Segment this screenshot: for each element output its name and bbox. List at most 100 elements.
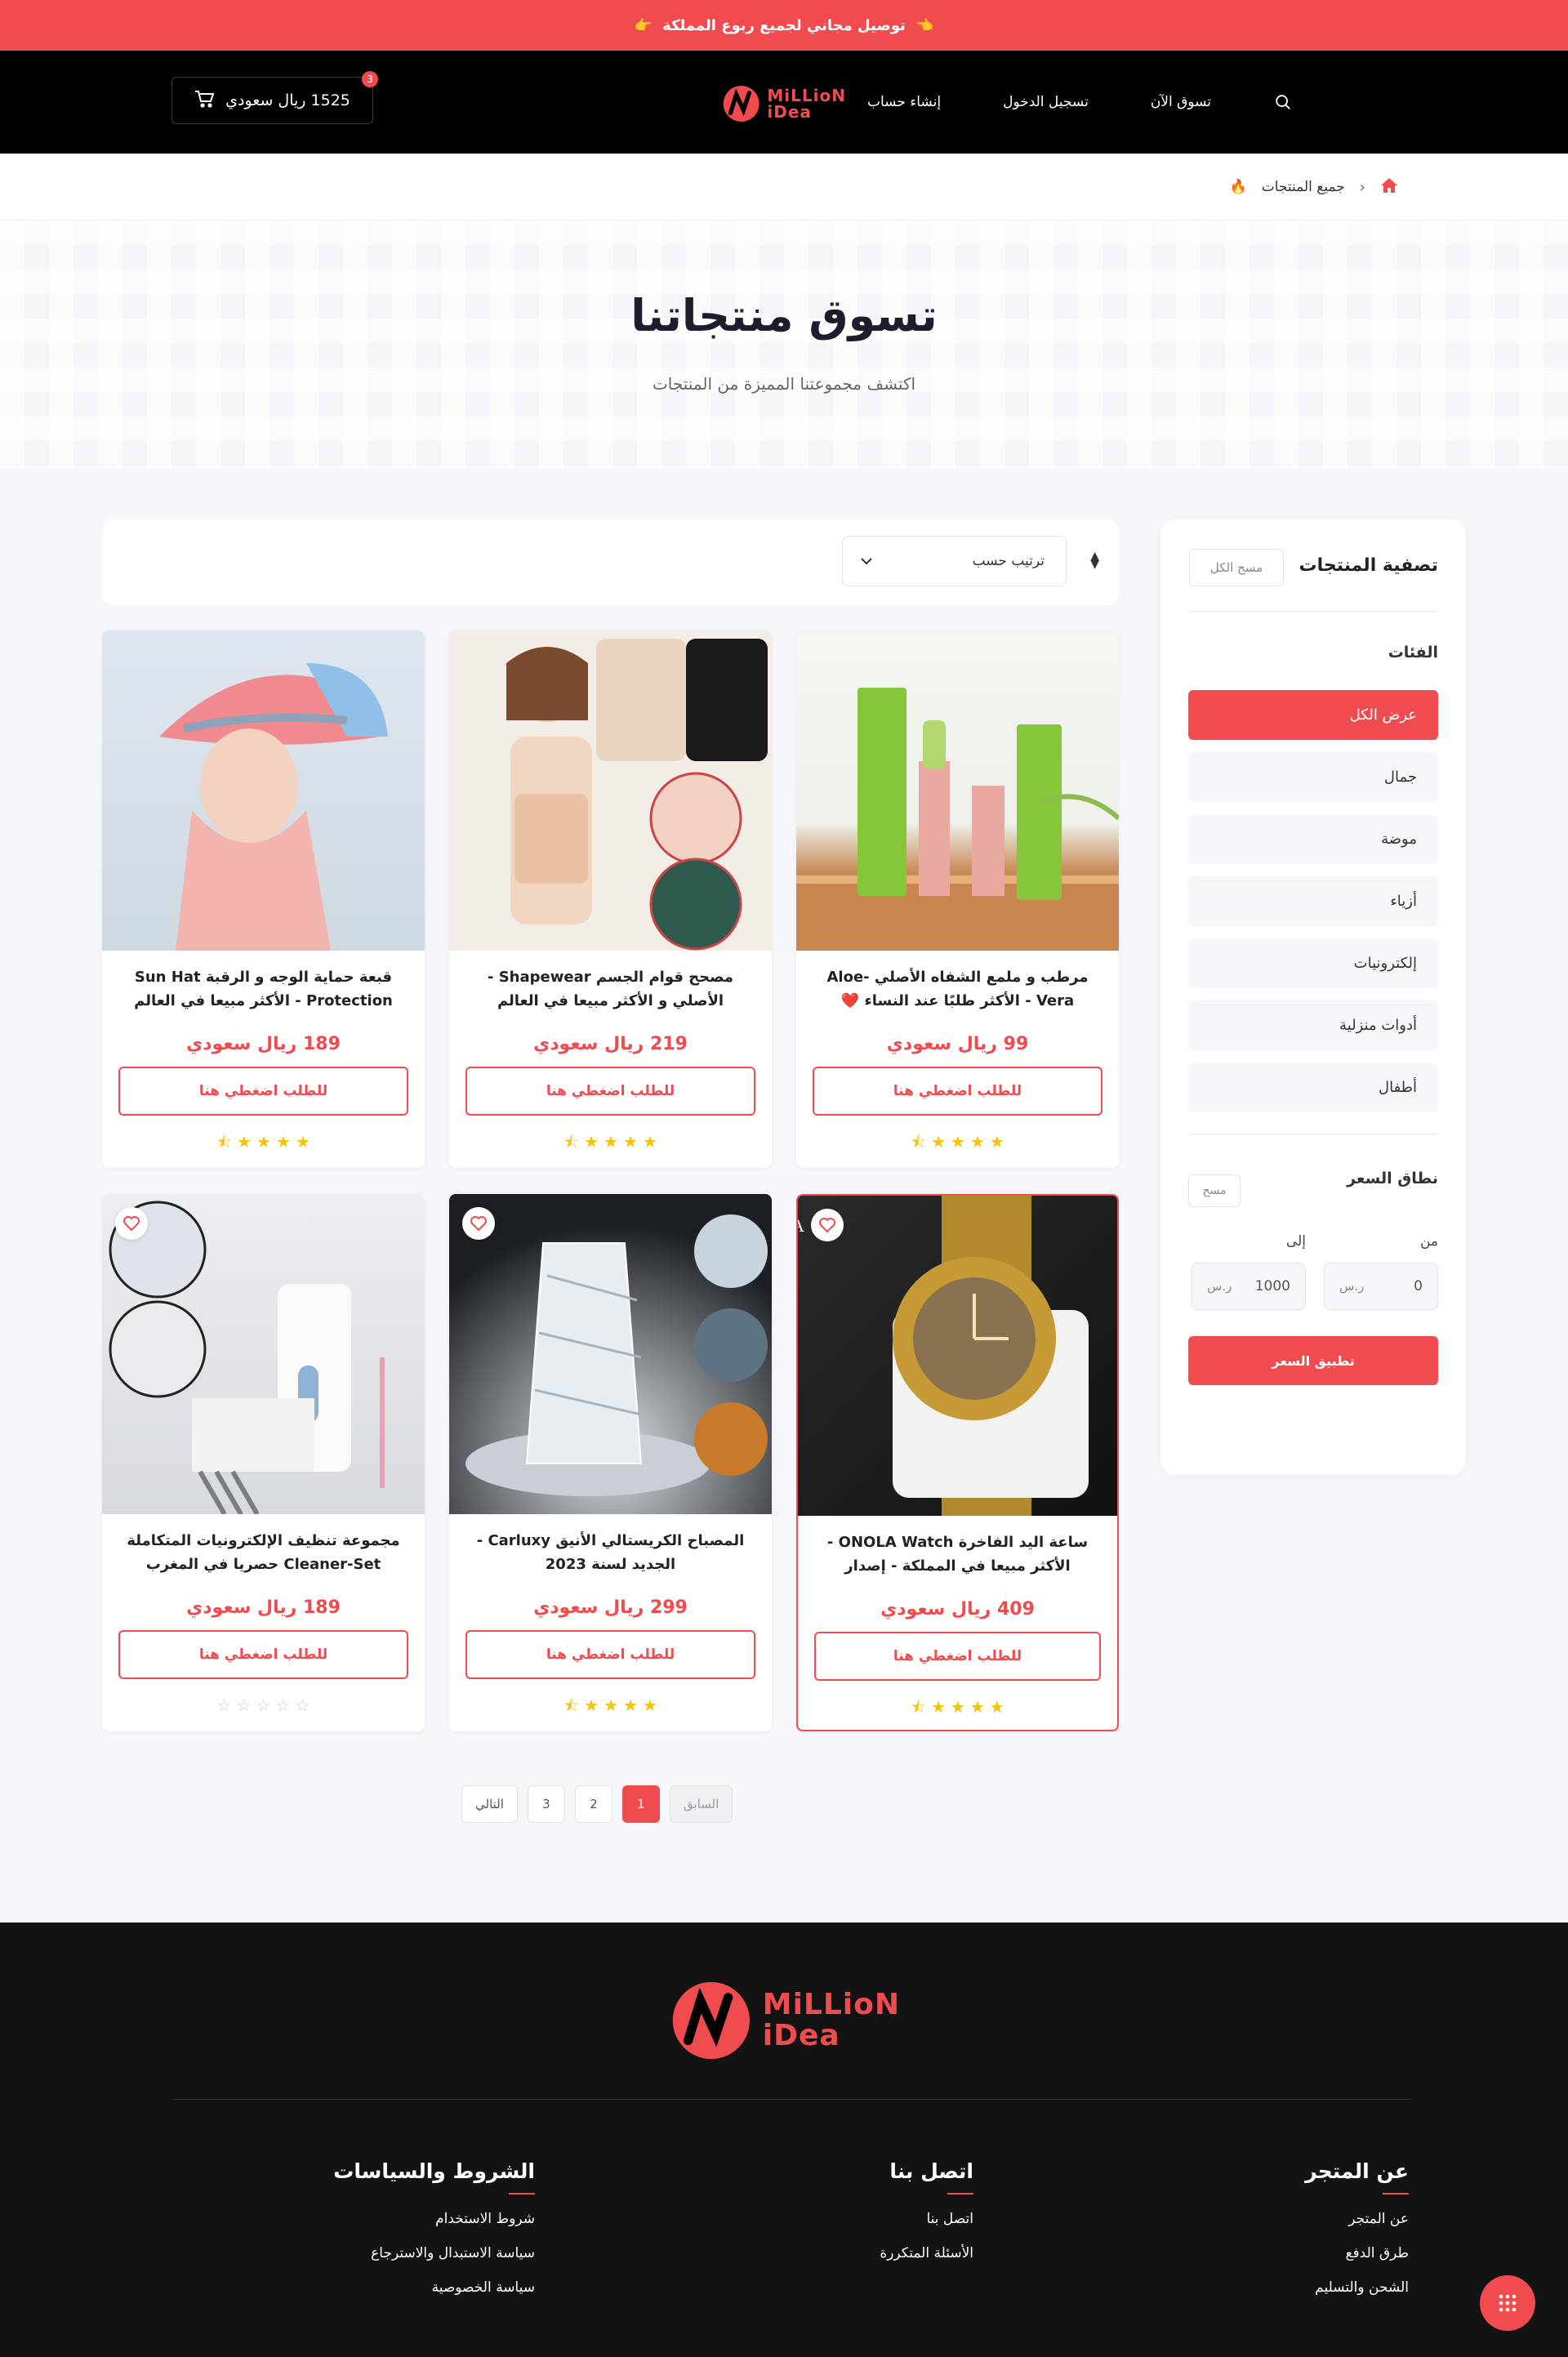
category-home-tools[interactable]: أدوات منزلية [1188,1000,1438,1050]
sort-select[interactable]: ترتيب حسب [842,536,1067,586]
price-to-input[interactable]: 1000 ر.س [1192,1263,1306,1310]
nav-shop-now[interactable]: تسوق الآن [1151,94,1211,110]
footer-column-about: عن المتجر عن المتجر طرق الدفع الشحن والت… [1305,2159,1409,2314]
pagination-page-1[interactable]: 1 [621,1785,660,1823]
category-apparel[interactable]: أزياء [1188,876,1438,926]
product-name[interactable]: مجموعة تنظيف الإلكترونيات المتكاملة Clea… [127,1529,400,1576]
nav-register[interactable]: إنشاء حساب [867,94,941,110]
category-fashion[interactable]: موضة [1188,814,1438,864]
star-icon: ★ [989,1697,1004,1717]
product-card[interactable]: المصباح الكريستالي الأنيق Carluxy - الجد… [449,1194,772,1731]
footer-link[interactable]: الشحن والتسليم [1305,2279,1409,2296]
cart-icon [194,90,215,112]
footer-link[interactable]: طرق الدفع [1305,2245,1409,2261]
pagination-page-3[interactable]: 3 [527,1785,565,1823]
product-price: 219 ريال سعودي [533,1034,688,1054]
product-price: 99 ريال سعودي [886,1034,1029,1054]
product-image[interactable] [102,1194,425,1514]
star-icon: ★ [642,1132,657,1152]
half-star-icon: ⯪ [216,1132,233,1152]
product-card[interactable]: ONOLA ساعة اليد الفاخرة ONOLA Watch - ال… [796,1194,1119,1731]
nav-login[interactable]: تسجيل الدخول [1003,94,1089,110]
order-button[interactable]: للطلب اضغطي هنا [813,1067,1102,1116]
favorite-heart-icon[interactable] [115,1207,148,1240]
order-button[interactable]: للطلب اضغطي هنا [814,1632,1101,1681]
star-icon: ★ [604,1132,618,1152]
footer-link[interactable]: سياسة الخصوصية [333,2279,535,2296]
main-content: تصفية المنتجات مسح الكل الفئات عرض الكل … [0,469,1568,1924]
product-price: 189 ريال سعودي [186,1597,341,1618]
category-all[interactable]: عرض الكل [1188,690,1438,740]
product-name[interactable]: ساعة اليد الفاخرة ONOLA Watch - الأكثر م… [822,1530,1093,1578]
product-card[interactable]: مرطب و ملمع الشفاه الأصلي Aloe-Vera - ال… [796,630,1119,1168]
price-clear-button[interactable]: مسح [1188,1174,1241,1207]
logo-text: MiLLioN iDea [767,86,846,122]
apps-grid-icon[interactable] [1480,2275,1535,2331]
clear-all-button[interactable]: مسح الكل [1189,549,1284,586]
pointing-hand-icon: 👉 [634,16,653,34]
breadcrumb-current: جميع المنتجات [1261,179,1345,195]
half-star-icon: ⯪ [564,1132,580,1152]
order-button[interactable]: للطلب اضغطي هنا [118,1630,408,1679]
product-image[interactable] [796,630,1119,951]
product-image[interactable]: ONOLA [798,1196,1117,1516]
star-icon: ★ [931,1132,947,1152]
half-star-icon: ⯪ [911,1697,927,1717]
footer-link[interactable]: سياسة الاستبدال والاسترجاع [333,2245,535,2261]
category-beauty[interactable]: جمال [1188,752,1438,802]
page-hero: تسوق منتجاتنا اكتشف مجموعتنا المميزة من … [0,221,1568,469]
search-icon[interactable] [1273,92,1293,112]
pagination: التالي 3 2 1 السابق [461,1785,733,1823]
category-kids[interactable]: أطفال [1188,1063,1438,1112]
pointing-hand-icon: 👈 [915,16,934,34]
home-icon[interactable] [1380,177,1398,198]
fire-icon: 🔥 [1229,179,1247,195]
order-button[interactable]: للطلب اضغطي هنا [466,1067,755,1116]
rating-stars: ⯪ ★ ★ ★ ★ [449,1697,772,1713]
price-from-input[interactable]: 0 ر.س [1324,1263,1438,1310]
star-outline-icon: ☆ [295,1695,310,1715]
order-button[interactable]: للطلب اضغطي هنا [118,1067,408,1116]
product-name[interactable]: قبعة حماية الوجه و الرقبة Sun Hat Protec… [127,965,400,1013]
pagination-page-2[interactable]: 2 [574,1785,612,1823]
favorite-heart-icon[interactable] [462,1207,495,1240]
categories-title: الفئات [1388,644,1438,662]
star-icon: ★ [951,1132,965,1152]
product-card[interactable]: قبعة حماية الوجه و الرقبة Sun Hat Protec… [102,630,425,1168]
announcement-bar: 👈 توصيل مجاني لجميع ربوع المملكة 👉 [0,0,1568,51]
star-icon: ★ [584,1695,599,1715]
chevron-down-icon [861,553,872,569]
site-logo[interactable]: MiLLioN iDea [722,82,846,126]
star-outline-icon: ☆ [236,1695,252,1715]
product-card[interactable]: مصحح قوام الجسم Shapewear - الأصلي و الأ… [449,630,772,1168]
product-image[interactable] [449,630,772,951]
star-icon: ★ [275,1132,291,1152]
pagination-next[interactable]: التالي [461,1785,518,1823]
footer-divider [173,2099,1411,2100]
product-name[interactable]: المصباح الكريستالي الأنيق Carluxy - الجد… [474,1529,747,1576]
apply-price-button[interactable]: تطبيق السعر [1188,1336,1438,1385]
favorite-heart-icon[interactable] [811,1209,844,1241]
footer-column-contact: اتصل بنا اتصل بنا الأسئلة المتكررة [880,2159,973,2279]
product-name[interactable]: مرطب و ملمع الشفاه الأصلي Aloe-Vera - ال… [821,965,1094,1013]
footer-link[interactable]: شروط الاستخدام [333,2211,535,2227]
footer-link[interactable]: الأسئلة المتكررة [880,2245,973,2261]
footer-link[interactable]: اتصل بنا [880,2211,973,2227]
price-from-label: من [1419,1233,1438,1250]
cart-count-badge: 3 [362,71,378,87]
cart-button[interactable]: 1525 ريال سعودي 3 [172,71,378,124]
rating-stars: ⯪ ★ ★ ★ ★ [798,1699,1117,1715]
star-icon: ★ [622,1695,638,1715]
footer-logo[interactable]: MiLLioN iDea [670,1975,900,2066]
filter-title: تصفية المنتجات [1298,555,1439,576]
product-name[interactable]: مصحح قوام الجسم Shapewear - الأصلي و الأ… [474,965,747,1013]
star-icon: ★ [931,1697,947,1717]
product-image[interactable] [102,630,425,951]
product-card[interactable]: مجموعة تنظيف الإلكترونيات المتكاملة Clea… [102,1194,425,1731]
product-image[interactable] [449,1194,772,1514]
rating-stars: ⯪ ★ ★ ★ ★ [102,1134,425,1150]
footer-link[interactable]: عن المتجر [1305,2211,1409,2227]
filter-sidebar: تصفية المنتجات مسح الكل الفئات عرض الكل … [1160,519,1466,1475]
order-button[interactable]: للطلب اضغطي هنا [466,1630,755,1679]
category-electronics[interactable]: إلكترونيات [1188,938,1438,988]
